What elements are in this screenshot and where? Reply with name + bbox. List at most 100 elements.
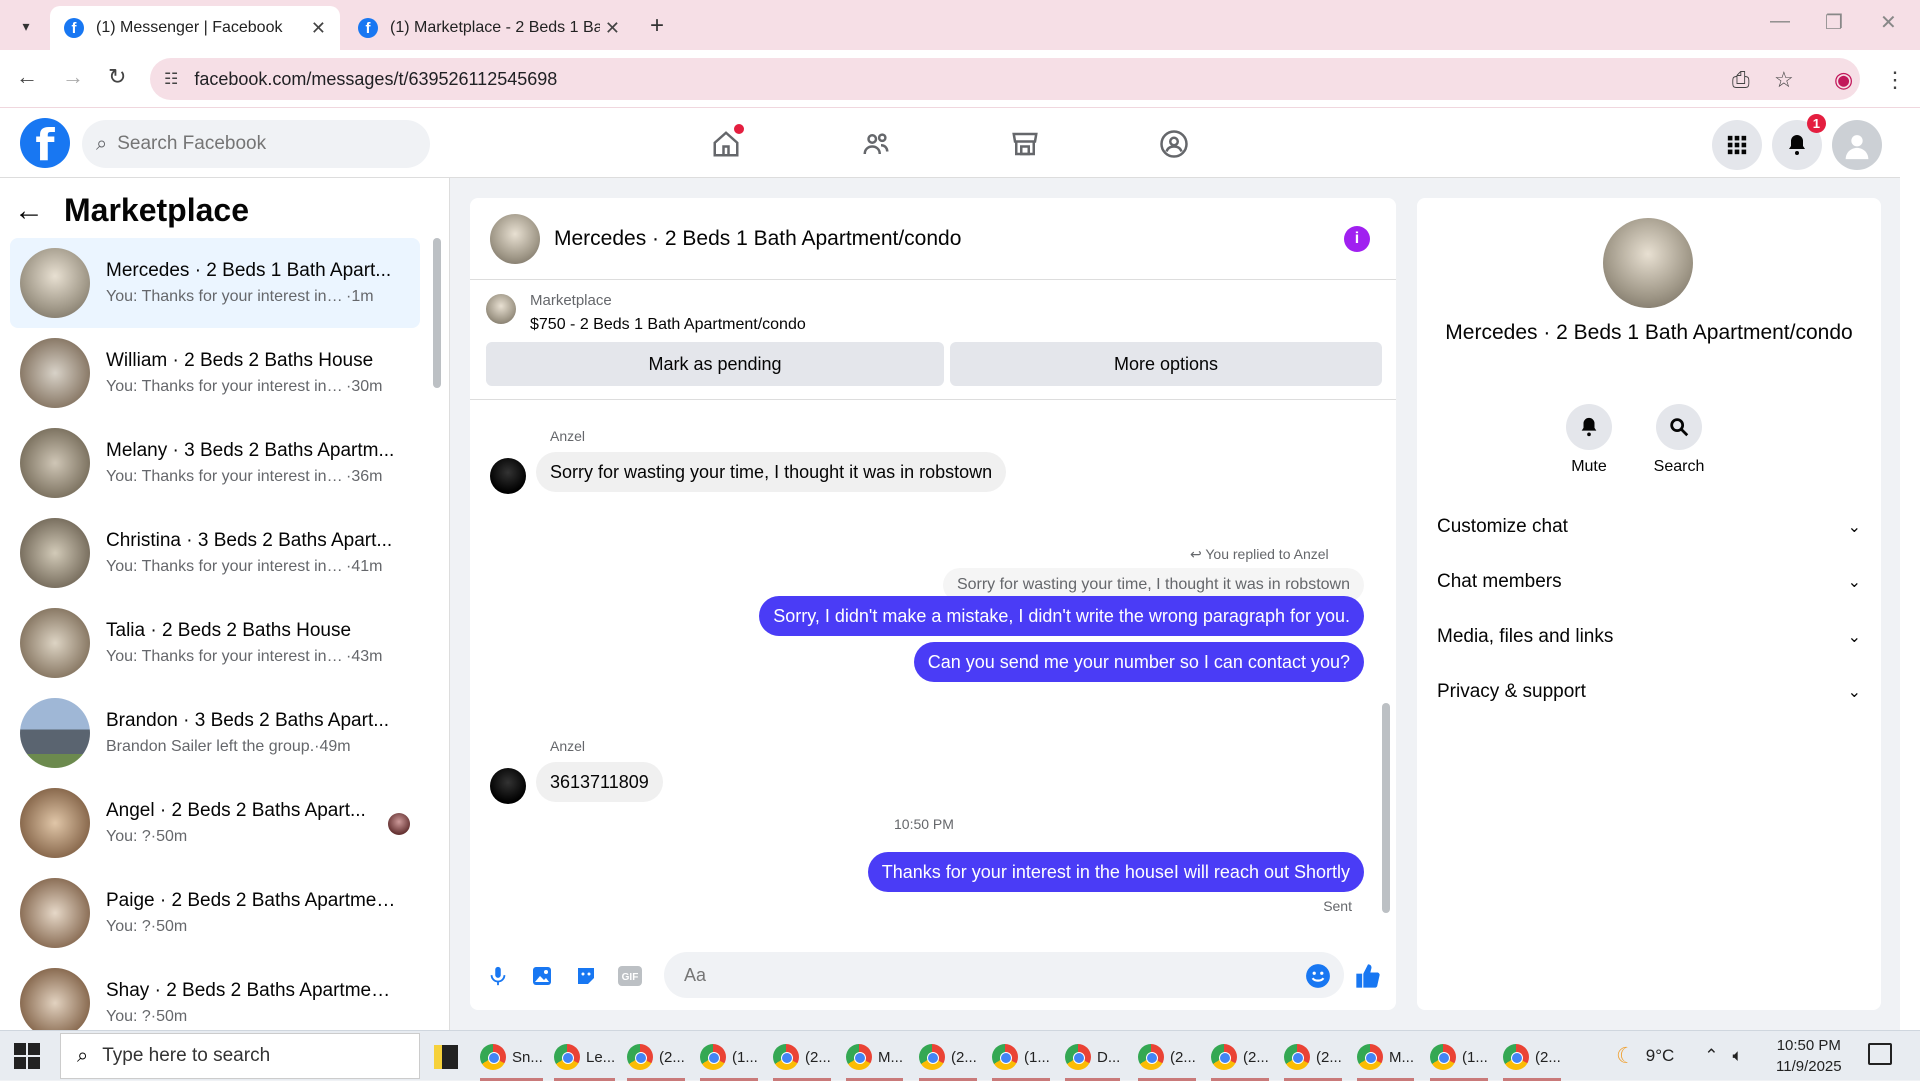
page-scrollbar[interactable] [1900, 108, 1920, 1030]
photo-icon[interactable] [528, 962, 556, 990]
chrome-icon [846, 1044, 872, 1070]
notifications-button[interactable]: 1 [1772, 114, 1826, 170]
conversation-time: ·36m [346, 468, 383, 485]
sticker-icon[interactable] [572, 962, 600, 990]
temperature[interactable]: 9°C [1646, 1046, 1675, 1066]
incoming-message[interactable]: Sorry for wasting your time, I thought i… [536, 452, 1007, 492]
facebook-search-input[interactable] [117, 133, 378, 155]
conversation-item[interactable]: Christina · 3 Beds 2 Baths Apart... You:… [10, 508, 420, 598]
listing-thumbnail[interactable] [486, 294, 516, 324]
facebook-logo-icon[interactable]: f [20, 118, 70, 168]
taskbar-app[interactable]: (2... [1503, 1039, 1561, 1081]
new-tab-button[interactable]: + [650, 12, 664, 40]
close-icon[interactable]: ✕ [311, 18, 326, 39]
friends-icon[interactable] [856, 126, 896, 162]
conversation-list-scrollbar[interactable] [433, 238, 441, 388]
close-window-button[interactable]: ✕ [1880, 10, 1897, 35]
taskbar-app[interactable]: (2... [773, 1039, 831, 1081]
profile-icon[interactable]: ◉ [1834, 67, 1853, 93]
back-arrow-icon[interactable]: ← [16, 64, 38, 90]
bookmark-star-icon[interactable]: ☆ [1774, 67, 1794, 93]
speaker-icon[interactable]: 🔈︎ [1733, 1046, 1743, 1066]
mark-as-pending-button[interactable]: Mark as pending [486, 342, 944, 386]
taskbar-app[interactable]: Le... [554, 1039, 616, 1081]
home-icon[interactable] [706, 124, 746, 162]
site-info-icon[interactable]: ☷ [164, 69, 178, 89]
back-arrow-icon[interactable]: ← [14, 194, 44, 228]
privacy-support-section[interactable]: Privacy & support ⌄ [1437, 669, 1861, 715]
forward-arrow-icon[interactable]: → [62, 64, 84, 90]
taskbar-app[interactable]: (2... [1284, 1039, 1342, 1081]
incoming-message[interactable]: 3613711809 [536, 762, 663, 802]
sticky-notes-icon [434, 1045, 458, 1069]
outgoing-message[interactable]: Thanks for your interest in the houseI w… [867, 852, 1364, 892]
mute-action[interactable]: Mute [1549, 404, 1629, 476]
windows-taskbar: ⌕ Type here to search Sn... Le... (2... … [0, 1030, 1920, 1081]
info-icon[interactable]: i [1344, 226, 1370, 252]
address-bar[interactable]: ☷ facebook.com/messages/t/63952611254569… [150, 58, 1860, 100]
restore-button[interactable]: ❐ [1825, 10, 1843, 35]
conversation-item[interactable]: Mercedes · 2 Beds 1 Bath Apart... You: T… [10, 238, 420, 328]
windows-start-icon[interactable] [14, 1043, 40, 1069]
chrome-icon [919, 1044, 945, 1070]
conversation-item[interactable]: Brandon · 3 Beds 2 Baths Apart... Brando… [10, 688, 420, 778]
sticky-notes-app[interactable] [434, 1039, 458, 1075]
account-avatar[interactable] [1832, 120, 1882, 170]
chat-members-section[interactable]: Chat members ⌄ [1437, 559, 1861, 605]
taskbar-search[interactable]: ⌕ Type here to search [60, 1033, 420, 1079]
system-clock[interactable]: 10:50 PM 11/9/2025 [1776, 1035, 1842, 1077]
notification-center-icon[interactable] [1868, 1043, 1892, 1065]
conversation-item[interactable]: William · 2 Beds 2 Baths House You: Than… [10, 328, 420, 418]
taskbar-app[interactable]: M... [846, 1039, 903, 1081]
groups-icon[interactable] [1154, 126, 1194, 162]
taskbar-app[interactable]: (2... [919, 1039, 977, 1081]
menu-grid-icon[interactable] [1712, 120, 1762, 170]
media-files-links-section[interactable]: Media, files and links ⌄ [1437, 614, 1861, 660]
sender-avatar[interactable] [490, 768, 526, 804]
taskbar-app[interactable]: Sn... [480, 1039, 543, 1081]
conversation-preview: You: Thanks for your interest in t... [106, 468, 346, 485]
menu-kebab-icon[interactable]: ⋮ [1884, 67, 1906, 93]
outgoing-message[interactable]: Can you send me your number so I can con… [913, 642, 1364, 682]
taskbar-app[interactable]: (1... [700, 1039, 758, 1081]
weather-moon-icon[interactable]: ☾ [1616, 1043, 1636, 1069]
customize-chat-section[interactable]: Customize chat ⌄ [1437, 504, 1861, 550]
details-avatar[interactable] [1603, 218, 1693, 308]
marketplace-icon[interactable] [1005, 126, 1045, 162]
more-options-button[interactable]: More options [950, 342, 1382, 386]
taskbar-app[interactable]: (2... [1138, 1039, 1196, 1081]
chat-avatar[interactable] [490, 213, 540, 264]
taskbar-app[interactable]: (1... [992, 1039, 1050, 1081]
taskbar-app[interactable]: (2... [627, 1039, 685, 1081]
tab-messenger[interactable]: f (1) Messenger | Facebook ✕ [50, 6, 340, 50]
conversation-item[interactable]: Talia · 2 Beds 2 Baths House You: Thanks… [10, 598, 420, 688]
minimize-button[interactable]: — [1770, 10, 1790, 33]
chat-title[interactable]: Mercedes · 2 Beds 1 Bath Apartment/condo [554, 227, 961, 251]
outgoing-message[interactable]: Sorry, I didn't make a mistake, I didn't… [759, 596, 1364, 636]
emoji-icon[interactable] [1304, 962, 1332, 990]
sender-avatar[interactable] [490, 458, 526, 494]
gif-icon[interactable]: GIF [616, 962, 644, 990]
tab-search-button[interactable]: ▾ [12, 12, 40, 40]
taskbar-app[interactable]: D... [1065, 1039, 1121, 1081]
microphone-icon[interactable] [484, 962, 512, 990]
install-app-icon[interactable]: ⎙ [1732, 67, 1750, 93]
conversation-item[interactable]: Melany · 3 Beds 2 Baths Apartm... You: T… [10, 418, 420, 508]
thumbs-up-icon[interactable] [1354, 962, 1382, 990]
listing-title[interactable]: $750 - 2 Beds 1 Bath Apartment/condo [530, 316, 806, 334]
chat-scrollbar[interactable] [1382, 703, 1390, 913]
reload-icon[interactable]: ↻ [108, 64, 126, 90]
taskbar-app[interactable]: (1... [1430, 1039, 1488, 1081]
conversation-item[interactable]: Angel · 2 Beds 2 Baths Apart... You: ? ·5… [10, 778, 420, 868]
chevron-up-icon[interactable]: ⌃ [1704, 1046, 1718, 1066]
conversation-item[interactable]: Paige · 2 Beds 2 Baths Apartmen... You: … [10, 868, 420, 958]
message-input[interactable] [664, 952, 1344, 998]
close-icon[interactable]: ✕ [605, 18, 620, 39]
seen-avatar [388, 813, 410, 835]
tab-marketplace[interactable]: f (1) Marketplace - 2 Beds 1 Bath ✕ [344, 6, 634, 50]
taskbar-app[interactable]: M... [1357, 1039, 1414, 1081]
conversation-item[interactable]: Shay · 2 Beds 2 Baths Apartmen... You: ?… [10, 958, 420, 1030]
facebook-search[interactable]: ⌕ [82, 120, 430, 168]
taskbar-app[interactable]: (2... [1211, 1039, 1269, 1081]
search-action[interactable]: Search [1639, 404, 1719, 476]
